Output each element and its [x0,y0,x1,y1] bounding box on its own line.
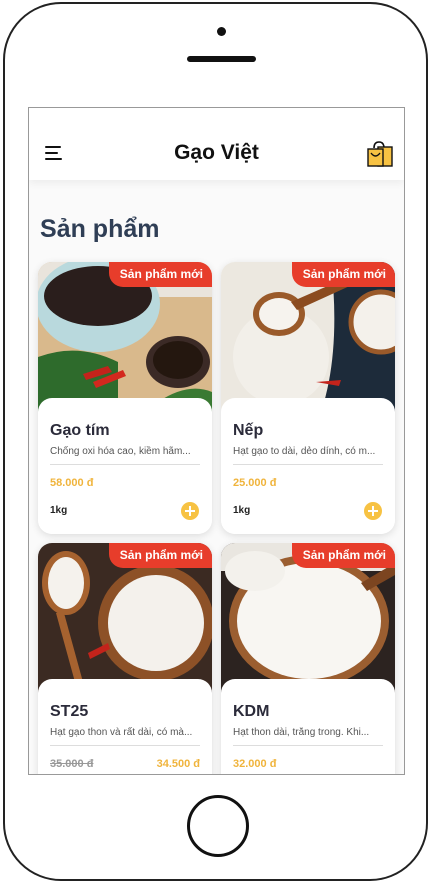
speaker-grille [187,56,256,62]
app-header: Gạo Việt [29,108,404,180]
product-old-price: 35.000 đ [50,758,94,770]
product-info: Nếp Hạt gạo to dài, dẻo dính, có m... 25… [221,398,395,534]
camera-dot [217,27,226,36]
section-title: Sản phẩm [40,215,160,243]
home-button[interactable] [187,795,249,857]
app-title: Gạo Việt [174,141,259,164]
product-price: 58.000 đ [50,477,94,489]
app-screen: Gạo Việt Sản phẩm Sản phẩm mới Gạo tím C… [28,107,405,775]
product-description: Hạt gạo thon và rất dài, có mà... [50,727,193,738]
new-product-badge: Sản phẩm mới [291,262,395,287]
product-price: 32.000 đ [233,758,277,770]
product-name: ST25 [50,703,89,720]
divider [233,745,383,746]
new-product-badge: Sản phẩm mới [108,262,212,287]
product-price: 25.000 đ [233,477,277,489]
product-card-gao-tim[interactable]: Sản phẩm mới Gạo tím Chống oxi hóa cao, … [38,262,212,534]
product-card-nep[interactable]: Sản phẩm mới Nếp Hạt gạo to dài, dẻo dín… [221,262,395,534]
divider [50,464,200,465]
product-info: KDM Hạt thon dài, trắng trong. Khi... 32… [221,679,395,774]
product-info: Gạo tím Chống oxi hóa cao, kiềm hãm... 5… [38,398,212,534]
add-to-cart-button[interactable] [364,502,382,520]
new-product-badge: Sản phẩm mới [291,543,395,568]
add-to-cart-button[interactable] [181,502,199,520]
product-name: Gạo tím [50,422,110,439]
product-description: Hạt gạo to dài, dẻo dính, có m... [233,446,376,457]
product-card-st25[interactable]: Sản phẩm mới ST25 Hạt gạo thon và rất dà… [38,543,212,774]
divider [50,745,200,746]
product-name: KDM [233,703,270,720]
product-name: Nếp [233,422,264,439]
divider [233,464,383,465]
product-description: Chống oxi hóa cao, kiềm hãm... [50,446,191,457]
product-weight: 1kg [50,505,68,516]
product-info: ST25 Hạt gạo thon và rất dài, có mà... 3… [38,679,212,774]
shopping-bag-icon[interactable] [366,140,394,168]
product-weight: 1kg [233,505,251,516]
product-price: 34.500 đ [156,758,200,770]
new-product-badge: Sản phẩm mới [108,543,212,568]
product-card-kdm[interactable]: Sản phẩm mới KDM Hạt thon dài, trắng tro… [221,543,395,774]
product-description: Hạt thon dài, trắng trong. Khi... [233,727,370,738]
